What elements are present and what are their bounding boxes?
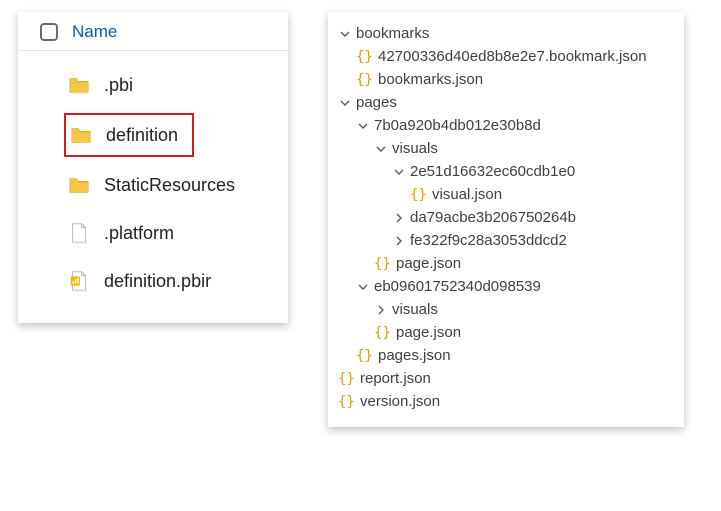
explorer-item-StaticResources[interactable]: StaticResources [64,165,276,205]
tree-label: page.json [396,324,461,341]
tree-row[interactable]: da79acbe3b206750264b [336,206,676,229]
chevron-down-icon[interactable] [392,165,406,179]
tree-label: visuals [392,301,438,318]
tree-label: visual.json [432,186,502,203]
explorer-header: Name [18,12,288,51]
tree-row[interactable]: {} 42700336d40ed8b8e2e7.bookmark.json [336,45,676,68]
explorer-item-label: definition [106,125,178,146]
file-icon [68,222,90,244]
tree-row[interactable]: {} report.json [336,367,676,390]
tree-label: pages.json [378,347,451,364]
tree-row[interactable]: 7b0a920b4db012e30b8d [336,114,676,137]
tree-label: page.json [396,255,461,272]
chevron-right-icon[interactable] [374,303,388,317]
explorer-item-label: .pbi [104,75,133,96]
json-file-icon: {} [356,72,372,88]
tree-label: visuals [392,140,438,157]
json-file-icon: {} [374,256,390,272]
tree-label: fe322f9c28a3053ddcd2 [410,232,567,249]
tree-row[interactable]: {} visual.json [336,183,676,206]
tree-label: eb09601752340d098539 [374,278,541,295]
json-file-icon: {} [356,348,372,364]
tree-row[interactable]: pages [336,91,676,114]
tree-row[interactable]: {} bookmarks.json [336,68,676,91]
explorer-item-label: StaticResources [104,175,235,196]
tree-row[interactable]: visuals [336,298,676,321]
chevron-right-icon[interactable] [392,211,406,225]
tree-row[interactable]: 2e51d16632ec60cdb1e0 [336,160,676,183]
chevron-down-icon[interactable] [374,142,388,156]
tree-row[interactable]: eb09601752340d098539 [336,275,676,298]
explorer-item-label: definition.pbir [104,271,211,292]
explorer-item--pbi[interactable]: .pbi [64,65,276,105]
tree-label: bookmarks [356,25,429,42]
tree-label: pages [356,94,397,111]
tree-row[interactable]: fe322f9c28a3053ddcd2 [336,229,676,252]
file-explorer-panel: Name .pbi definition StaticResources .platf… [18,12,288,323]
folder-tree-panel: bookmarks {} 42700336d40ed8b8e2e7.bookmark… [328,12,684,427]
chevron-right-icon[interactable] [392,234,406,248]
tree-row[interactable]: {} version.json [336,390,676,413]
tree-label: bookmarks.json [378,71,483,88]
json-file-icon: {} [356,49,372,65]
chevron-down-icon[interactable] [338,27,352,41]
tree-row[interactable]: bookmarks [336,22,676,45]
tree-label: 42700336d40ed8b8e2e7.bookmark.json [378,48,647,65]
folder-icon [70,124,92,146]
tree-row[interactable]: {} pages.json [336,344,676,367]
folder-icon [68,174,90,196]
json-file-icon: {} [410,187,426,203]
chevron-down-icon[interactable] [356,119,370,133]
explorer-item-definition-pbir[interactable]: definition.pbir [64,261,276,301]
tree-row[interactable]: {} page.json [336,252,676,275]
chevron-down-icon[interactable] [338,96,352,110]
column-header-name[interactable]: Name [72,22,117,42]
json-file-icon: {} [338,371,354,387]
tree-label: da79acbe3b206750264b [410,209,576,226]
json-file-icon: {} [374,325,390,341]
chevron-down-icon[interactable] [356,280,370,294]
tree-label: 7b0a920b4db012e30b8d [374,117,541,134]
tree-row[interactable]: visuals [336,137,676,160]
tree-label: report.json [360,370,431,387]
explorer-item-definition[interactable]: definition [64,113,194,157]
tree-label: 2e51d16632ec60cdb1e0 [410,163,575,180]
tree-label: version.json [360,393,440,410]
explorer-item--platform[interactable]: .platform [64,213,276,253]
folder-icon [68,74,90,96]
json-file-icon: {} [338,394,354,410]
pbir-icon [68,270,90,292]
select-all-checkbox[interactable] [40,23,58,41]
tree-row[interactable]: {} page.json [336,321,676,344]
explorer-item-label: .platform [104,223,174,244]
